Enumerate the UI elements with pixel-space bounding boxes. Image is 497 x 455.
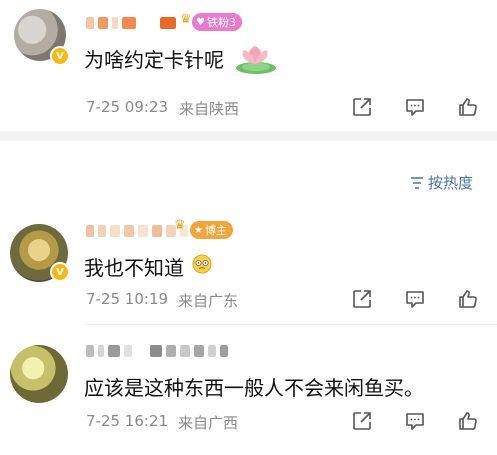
share-icon[interactable] bbox=[351, 288, 373, 310]
sweat-face-emoji-icon bbox=[192, 254, 212, 274]
section-divider bbox=[0, 131, 497, 141]
comment-date: 7-25 16:21 bbox=[86, 412, 169, 430]
verified-badge-icon: V bbox=[50, 262, 70, 282]
fan-level-badge: ♥ 铁粉3 bbox=[192, 13, 242, 31]
share-icon[interactable] bbox=[351, 96, 373, 118]
comment-location: 来自陕西 bbox=[179, 100, 240, 118]
username-blurred[interactable] bbox=[86, 344, 228, 358]
blogger-badge: ★ 博主 bbox=[190, 221, 233, 239]
crown-icon: ♛ bbox=[180, 12, 192, 27]
thumbs-up-icon[interactable] bbox=[457, 410, 479, 432]
username-blurred[interactable] bbox=[86, 224, 188, 238]
comment-text: 为啥约定卡针呢 bbox=[84, 48, 224, 72]
comment-text: 应该是这种东西一般人不会来闲鱼买。 bbox=[84, 376, 424, 400]
comment-date: 7-25 09:23 bbox=[86, 98, 169, 116]
comment-icon[interactable] bbox=[404, 96, 426, 118]
avatar[interactable] bbox=[10, 345, 68, 403]
username-blurred[interactable] bbox=[86, 16, 176, 30]
comment-icon[interactable] bbox=[404, 410, 426, 432]
heart-icon: ♥ bbox=[196, 16, 205, 28]
share-icon[interactable] bbox=[351, 410, 373, 432]
sort-icon bbox=[411, 176, 423, 189]
crown-icon: ♛ bbox=[174, 218, 186, 233]
sort-by-heat-button[interactable]: 按热度 bbox=[410, 172, 473, 193]
comment-location: 来自广东 bbox=[178, 292, 239, 310]
comment-icon[interactable] bbox=[404, 288, 426, 310]
thumbs-up-icon[interactable] bbox=[457, 96, 479, 118]
comment-divider bbox=[86, 324, 497, 325]
verified-badge-icon: V bbox=[50, 46, 70, 66]
lotus-icon bbox=[236, 46, 276, 74]
thumbs-up-icon[interactable] bbox=[457, 288, 479, 310]
comment-date: 7-25 10:19 bbox=[86, 290, 169, 308]
star-icon: ★ bbox=[194, 224, 203, 236]
comment-text: 我也不知道 bbox=[84, 256, 184, 280]
comment-location: 来自广西 bbox=[178, 414, 239, 432]
